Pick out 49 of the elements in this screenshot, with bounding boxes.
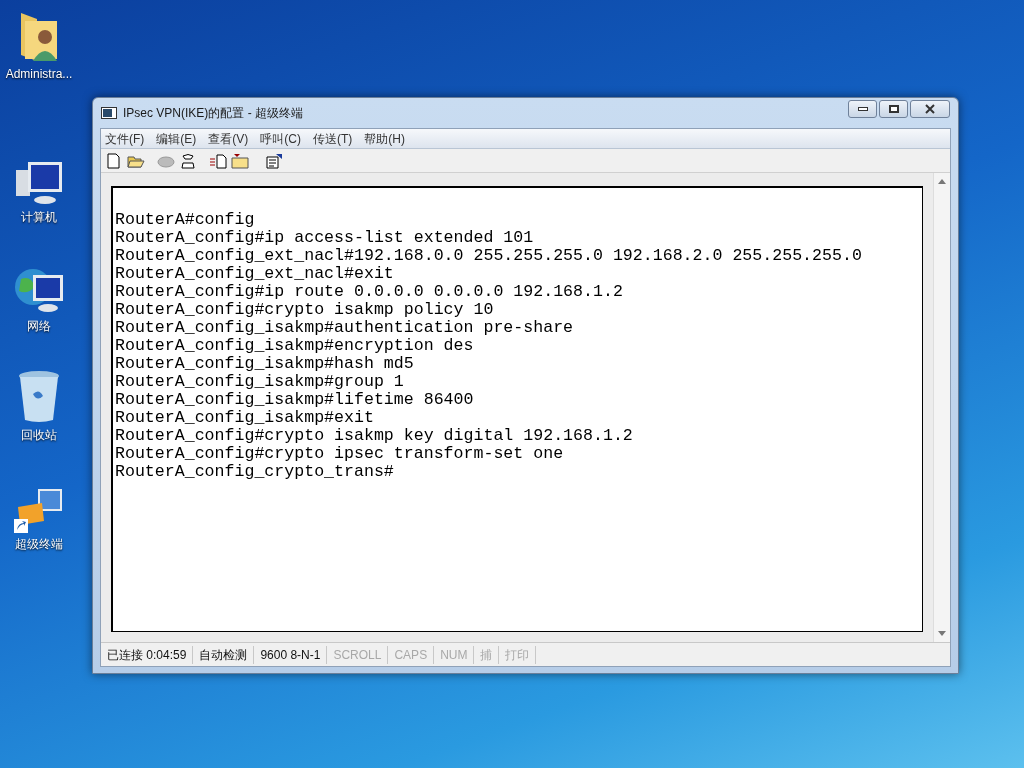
maximize-button[interactable] xyxy=(879,100,908,118)
terminal-line: RouterA_config#ip access-list extended 101 xyxy=(115,229,534,247)
terminal-line: RouterA_config#crypto ipsec transform-set one xyxy=(115,445,564,463)
receive-folder-icon[interactable] xyxy=(231,152,249,169)
recycle-bin-icon xyxy=(17,370,61,424)
terminal-line: RouterA_config_isakmp#lifetime 86400 xyxy=(115,391,474,409)
desktop-icon-label[interactable]: 网络 xyxy=(27,319,51,333)
terminal-line: RouterA_config#crypto isakmp key digital 192.168.1.2 xyxy=(115,427,633,445)
terminal-line: RouterA_config#crypto isakmp policy 10 xyxy=(115,301,494,319)
desktop-icon-label[interactable]: 超级终端 xyxy=(15,537,63,551)
properties-icon[interactable] xyxy=(265,152,283,169)
terminal-line: RouterA_config#ip route 0.0.0.0 0.0.0.0 192.168.1.2 xyxy=(115,283,623,301)
send-file-icon[interactable] xyxy=(209,152,227,169)
status-field: CAPS xyxy=(388,645,435,664)
terminal-line: RouterA_config_isakmp#exit xyxy=(115,409,374,427)
minimize-button[interactable] xyxy=(848,100,877,118)
status-field: 已连接 0:04:59 xyxy=(101,645,194,664)
terminal-line: RouterA_config_isakmp#encryption des xyxy=(115,337,474,355)
close-icon[interactable] xyxy=(924,104,936,114)
close-button[interactable] xyxy=(910,100,950,118)
scrollbar[interactable] xyxy=(933,173,950,642)
scroll-down-icon[interactable] xyxy=(938,631,946,636)
terminal-line: RouterA#config xyxy=(115,211,255,229)
menu-item[interactable]: 呼叫(C) xyxy=(260,129,301,148)
menu-item[interactable]: 查看(V) xyxy=(208,129,249,148)
desktop-icon-label[interactable]: 回收站 xyxy=(21,428,57,442)
status-field: 打印 xyxy=(499,645,537,664)
menu-item[interactable]: 帮助(H) xyxy=(364,129,405,148)
terminal-line: RouterA_config_isakmp#group 1 xyxy=(115,373,404,391)
desktop-icon-label[interactable]: 计算机 xyxy=(21,210,57,224)
terminal-line: RouterA_config_isakmp#hash md5 xyxy=(115,355,414,373)
menu-item[interactable]: 编辑(E) xyxy=(156,129,197,148)
menu-item[interactable]: 文件(F) xyxy=(105,129,145,148)
menu-item[interactable]: 传送(T) xyxy=(313,129,353,148)
computer-icon xyxy=(14,160,64,206)
status-field: SCROLL xyxy=(327,645,389,664)
status-field: 捕 xyxy=(474,645,500,664)
terminal-line: RouterA_config_isakmp#authentication pre-share xyxy=(115,319,574,337)
terminal-line: RouterA_config_crypto_trans# xyxy=(115,463,394,481)
window-title: IPsec VPN(IKE)的配置 - 超级终端 xyxy=(123,105,305,122)
terminal-line: RouterA_config_ext_nacl#exit xyxy=(115,265,394,283)
new-file-icon[interactable] xyxy=(105,152,123,169)
status-field: 9600 8-N-1 xyxy=(254,645,328,664)
terminal-line: RouterA_config_ext_nacl#192.168.0.0 255.255.255.0 192.168.2.0 255.255.255.0 xyxy=(115,247,862,265)
desktop-icon-label[interactable]: Administra... xyxy=(5,67,73,81)
window-app-icon xyxy=(101,107,117,119)
status-field: 自动检测 xyxy=(193,645,255,664)
scroll-up-icon[interactable] xyxy=(938,179,946,184)
status-field: NUM xyxy=(434,645,475,664)
